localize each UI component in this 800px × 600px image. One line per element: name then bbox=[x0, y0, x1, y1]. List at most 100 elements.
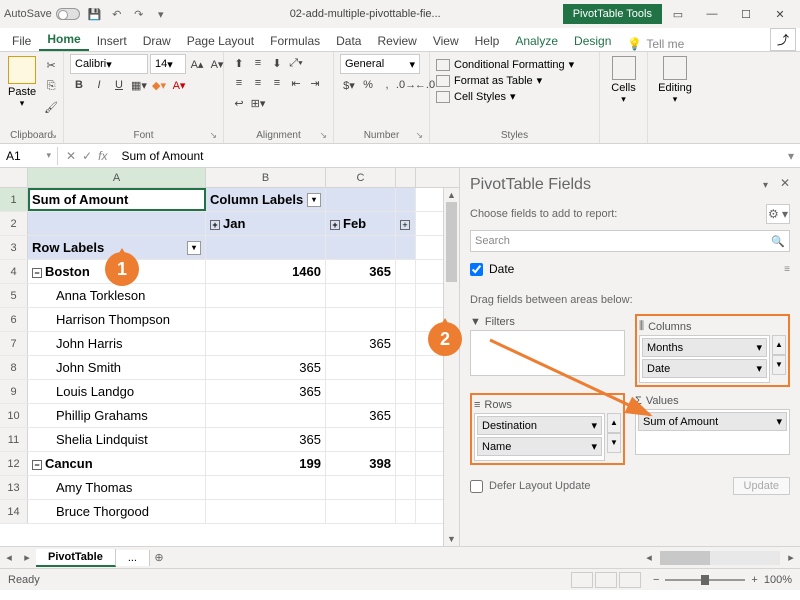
comma-icon[interactable]: , bbox=[378, 76, 396, 94]
pane-menu-icon[interactable]: ▾ bbox=[763, 180, 768, 191]
pane-close-icon[interactable]: ✕ bbox=[780, 176, 790, 190]
currency-icon[interactable]: $▾ bbox=[340, 76, 358, 94]
cell-a9[interactable]: Louis Landgo bbox=[28, 380, 206, 403]
grow-font-icon[interactable]: A▴ bbox=[188, 55, 206, 73]
number-format-combo[interactable]: General▾ bbox=[340, 54, 420, 74]
row-header[interactable]: 10 bbox=[0, 404, 28, 427]
row-header[interactable]: 8 bbox=[0, 356, 28, 379]
scroll-up-icon[interactable]: ▲ bbox=[607, 413, 621, 433]
cell-a1[interactable]: Sum of Amount bbox=[28, 188, 206, 211]
field-search-input[interactable]: Search 🔍 bbox=[470, 230, 790, 252]
cell-b4[interactable]: 1460 bbox=[206, 260, 326, 283]
bold-button[interactable]: B bbox=[70, 76, 88, 94]
area-field-sum-amount[interactable]: Sum of Amount▾ bbox=[638, 412, 787, 431]
scroll-thumb[interactable] bbox=[446, 202, 457, 282]
col-header-c[interactable]: C bbox=[326, 168, 396, 187]
underline-button[interactable]: U bbox=[110, 76, 128, 94]
expand-formula-bar-icon[interactable]: ▾ bbox=[782, 149, 800, 163]
alignment-launcher[interactable]: ↘ bbox=[319, 130, 327, 141]
row-header[interactable]: 3 bbox=[0, 236, 28, 259]
sheet-nav-prev[interactable]: ◂ bbox=[0, 551, 18, 564]
save-icon[interactable]: 💾 bbox=[88, 7, 102, 21]
page-break-view-button[interactable] bbox=[619, 572, 641, 588]
percent-icon[interactable]: % bbox=[359, 76, 377, 94]
values-area[interactable]: ΣValues Sum of Amount▾ bbox=[635, 393, 790, 465]
conditional-formatting-button[interactable]: Conditional Formatting ▾ bbox=[436, 58, 574, 71]
area-field-date[interactable]: Date▾ bbox=[642, 359, 767, 378]
zoom-in-button[interactable]: + bbox=[751, 574, 757, 586]
col-header-d[interactable] bbox=[396, 168, 416, 187]
row-header[interactable]: 1 bbox=[0, 188, 28, 211]
orientation-icon[interactable]: ⤢▾ bbox=[287, 54, 305, 72]
tab-formulas[interactable]: Formulas bbox=[262, 31, 328, 51]
page-layout-view-button[interactable] bbox=[595, 572, 617, 588]
scroll-down-icon[interactable]: ▼ bbox=[444, 532, 459, 546]
field-date[interactable]: Date ≡ bbox=[470, 262, 790, 276]
tab-page-layout[interactable]: Page Layout bbox=[179, 31, 262, 51]
qat-dropdown-icon[interactable]: ▾ bbox=[154, 7, 168, 21]
tab-help[interactable]: Help bbox=[467, 31, 508, 51]
name-box[interactable]: A1▾ bbox=[0, 147, 58, 165]
tab-insert[interactable]: Insert bbox=[89, 31, 135, 51]
align-center-icon[interactable]: ≡ bbox=[249, 74, 267, 92]
tab-design[interactable]: Design bbox=[566, 31, 619, 51]
fx-icon[interactable]: fx bbox=[98, 149, 107, 163]
row-header[interactable]: 7 bbox=[0, 332, 28, 355]
field-date-checkbox[interactable] bbox=[470, 263, 483, 276]
col-header-b[interactable]: B bbox=[206, 168, 326, 187]
number-launcher[interactable]: ↘ bbox=[415, 130, 423, 141]
font-size-combo[interactable]: 14 ▾ bbox=[150, 54, 186, 74]
scroll-down-icon[interactable]: ▼ bbox=[607, 433, 621, 453]
zoom-slider[interactable] bbox=[665, 579, 745, 581]
cell-styles-button[interactable]: Cell Styles ▾ bbox=[436, 90, 574, 103]
font-launcher[interactable]: ↘ bbox=[209, 130, 217, 141]
row-header[interactable]: 14 bbox=[0, 500, 28, 523]
tab-draw[interactable]: Draw bbox=[135, 31, 179, 51]
expand-icon[interactable]: + bbox=[400, 220, 410, 230]
row-header[interactable]: 13 bbox=[0, 476, 28, 499]
indent-increase-icon[interactable]: ⇥ bbox=[306, 74, 324, 92]
formula-input[interactable]: Sum of Amount bbox=[115, 147, 782, 165]
cell-a11[interactable]: Shelia Lindquist bbox=[28, 428, 206, 451]
row-header[interactable]: 4 bbox=[0, 260, 28, 283]
cut-icon[interactable]: ✂ bbox=[42, 56, 60, 74]
cell-b2[interactable]: +Jan bbox=[206, 212, 326, 235]
tab-analyze[interactable]: Analyze bbox=[507, 31, 566, 51]
collapse-icon[interactable]: − bbox=[32, 460, 42, 470]
tab-home[interactable]: Home bbox=[39, 29, 88, 51]
scroll-down-icon[interactable]: ▼ bbox=[772, 355, 786, 375]
area-field-months[interactable]: Months▾ bbox=[642, 338, 767, 357]
align-bottom-icon[interactable]: ⬇ bbox=[268, 54, 286, 72]
cell-a12[interactable]: −Cancun bbox=[28, 452, 206, 475]
zoom-level[interactable]: 100% bbox=[764, 574, 792, 586]
undo-icon[interactable]: ↶ bbox=[110, 7, 124, 21]
sheet-tab-pivottable[interactable]: PivotTable bbox=[36, 549, 116, 567]
zoom-out-button[interactable]: − bbox=[653, 574, 659, 586]
align-top-icon[interactable]: ⬆ bbox=[230, 54, 248, 72]
filter-icon[interactable]: ▾ bbox=[187, 241, 201, 255]
normal-view-button[interactable] bbox=[571, 572, 593, 588]
col-header-a[interactable]: A bbox=[28, 168, 206, 187]
vertical-scrollbar[interactable]: ▲ ▼ bbox=[443, 188, 459, 546]
copy-icon[interactable]: ⎘ bbox=[42, 77, 60, 95]
hscroll-right-icon[interactable]: ▸ bbox=[782, 551, 800, 564]
indent-decrease-icon[interactable]: ⇤ bbox=[287, 74, 305, 92]
clipboard-launcher[interactable]: ↘ bbox=[49, 130, 57, 141]
rows-area[interactable]: ≡Rows Destination▾ Name▾ ▲▼ bbox=[470, 393, 625, 465]
tab-view[interactable]: View bbox=[425, 31, 467, 51]
cell-c4[interactable]: 365 bbox=[326, 260, 396, 283]
horizontal-scrollbar[interactable] bbox=[660, 551, 780, 565]
new-sheet-button[interactable]: ⊕ bbox=[150, 551, 168, 564]
row-header[interactable]: 12 bbox=[0, 452, 28, 475]
field-menu-icon[interactable]: ≡ bbox=[784, 264, 790, 275]
row-header[interactable]: 2 bbox=[0, 212, 28, 235]
zoom-handle[interactable] bbox=[701, 575, 709, 585]
collapse-icon[interactable]: − bbox=[32, 268, 42, 278]
share-button[interactable]: ⤴ bbox=[770, 28, 796, 51]
tab-data[interactable]: Data bbox=[328, 31, 369, 51]
cell-c2[interactable]: +Feb bbox=[326, 212, 396, 235]
cells-button[interactable]: Cells ▾ bbox=[606, 54, 641, 107]
tab-file[interactable]: File bbox=[4, 31, 39, 51]
area-field-name[interactable]: Name▾ bbox=[477, 437, 602, 456]
sheet-nav-next[interactable]: ▸ bbox=[18, 551, 36, 564]
